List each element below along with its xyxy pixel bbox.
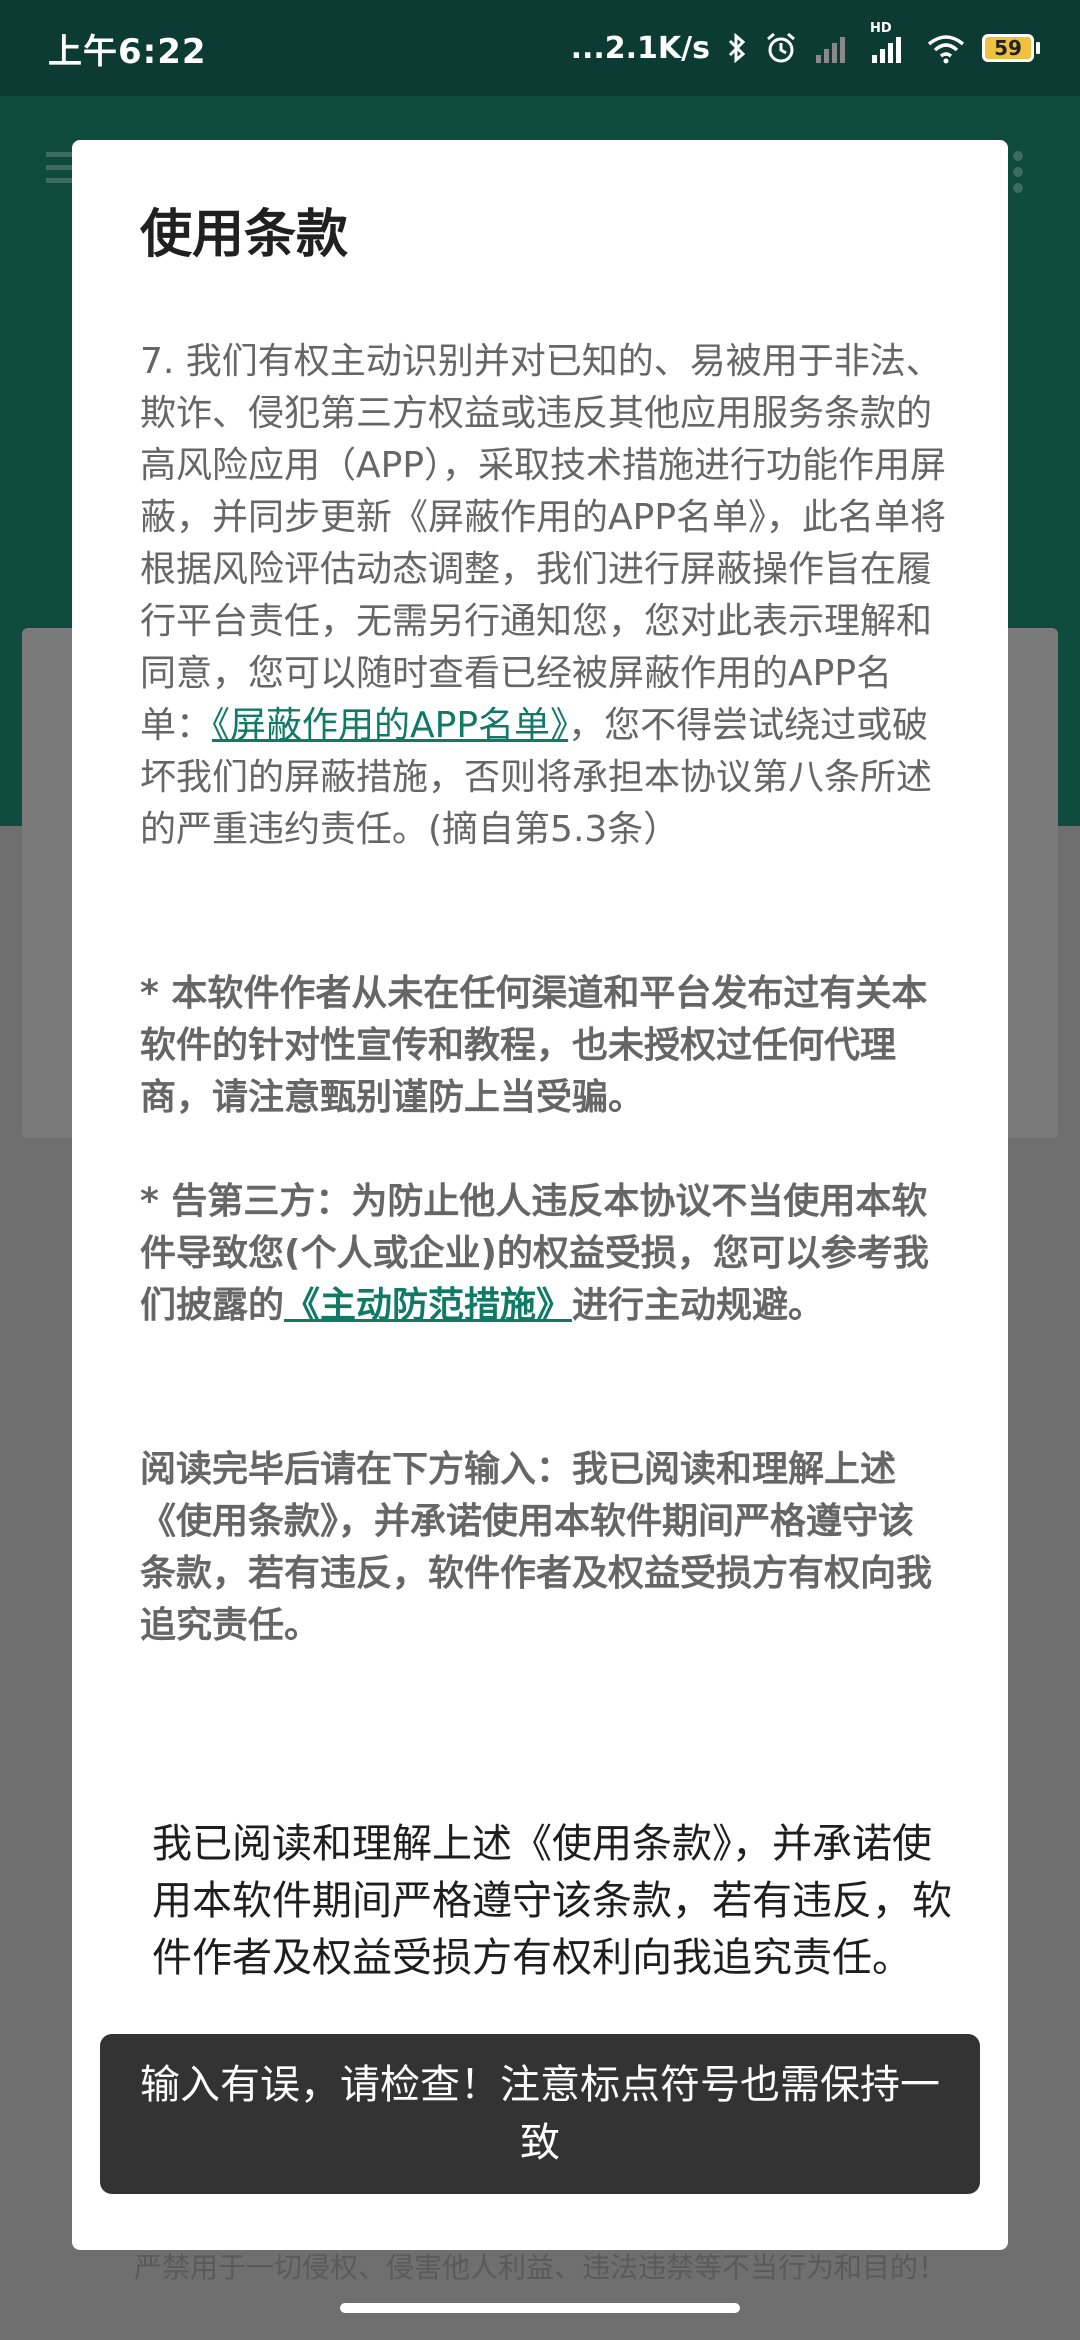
bluetooth-icon: [726, 32, 748, 64]
battery-level: 59: [982, 34, 1034, 62]
network-speed: ...2.1K/s: [570, 30, 710, 66]
clause-7-text: 7. 我们有权主动识别并对已知的、易被用于非法、欺诈、侵犯第三方权益或违反其他应…: [140, 341, 947, 746]
third-party-text-end: 进行主动规避。: [572, 1285, 825, 1326]
terms-clause-7: 7. 我们有权主动识别并对已知的、易被用于非法、欺诈、侵犯第三方权益或违反其他应…: [140, 336, 948, 856]
status-bar: 上午6:22 ...2.1K/s HD 59: [0, 0, 1080, 96]
status-icons: ...2.1K/s HD 59: [570, 21, 1040, 66]
hd-label: HD: [870, 21, 892, 36]
dialog-body: 7. 我们有权主动识别并对已知的、易被用于非法、欺诈、侵犯第三方权益或违反其他应…: [140, 336, 948, 1652]
background-disclaimer: 严禁用于一切侵权、侵害他人利益、违法违禁等不当行为和目的！: [133, 2251, 946, 2284]
battery-icon: 59: [982, 34, 1040, 62]
wifi-icon: [926, 32, 966, 64]
signal-hd-icon: HD: [870, 21, 910, 63]
author-notice: * 本软件作者从未在任何渠道和平台发布过有关本软件的针对性宣传和教程，也未授权过…: [140, 973, 928, 1118]
blocked-app-list-link[interactable]: 《屏蔽作用的APP名单》: [212, 705, 568, 746]
error-toast: 输入有误，请检查！注意标点符号也需保持一致: [100, 2034, 980, 2194]
status-time: 上午6:22: [48, 31, 207, 72]
third-party-notice: * 告第三方：为防止他人违反本协议不当使用本软件导致您(个人或企业)的权益受损，…: [140, 1176, 948, 1332]
signal-weak-icon: [814, 33, 854, 63]
prevention-measures-link[interactable]: 《主动防范措施》: [284, 1285, 572, 1326]
more-options-icon[interactable]: [1008, 150, 1028, 198]
input-instruction: 阅读完毕后请在下方输入：我已阅读和理解上述《使用条款》，并承诺使用本软件期间严格…: [140, 1449, 933, 1646]
gesture-nav-handle[interactable]: [340, 2303, 740, 2313]
toast-message: 输入有误，请检查！注意标点符号也需保持一致: [140, 2062, 940, 2166]
terms-dialog: 使用条款 7. 我们有权主动识别并对已知的、易被用于非法、欺诈、侵犯第三方权益或…: [72, 140, 1008, 2250]
alarm-icon: [764, 31, 798, 65]
dialog-title: 使用条款: [140, 205, 349, 265]
